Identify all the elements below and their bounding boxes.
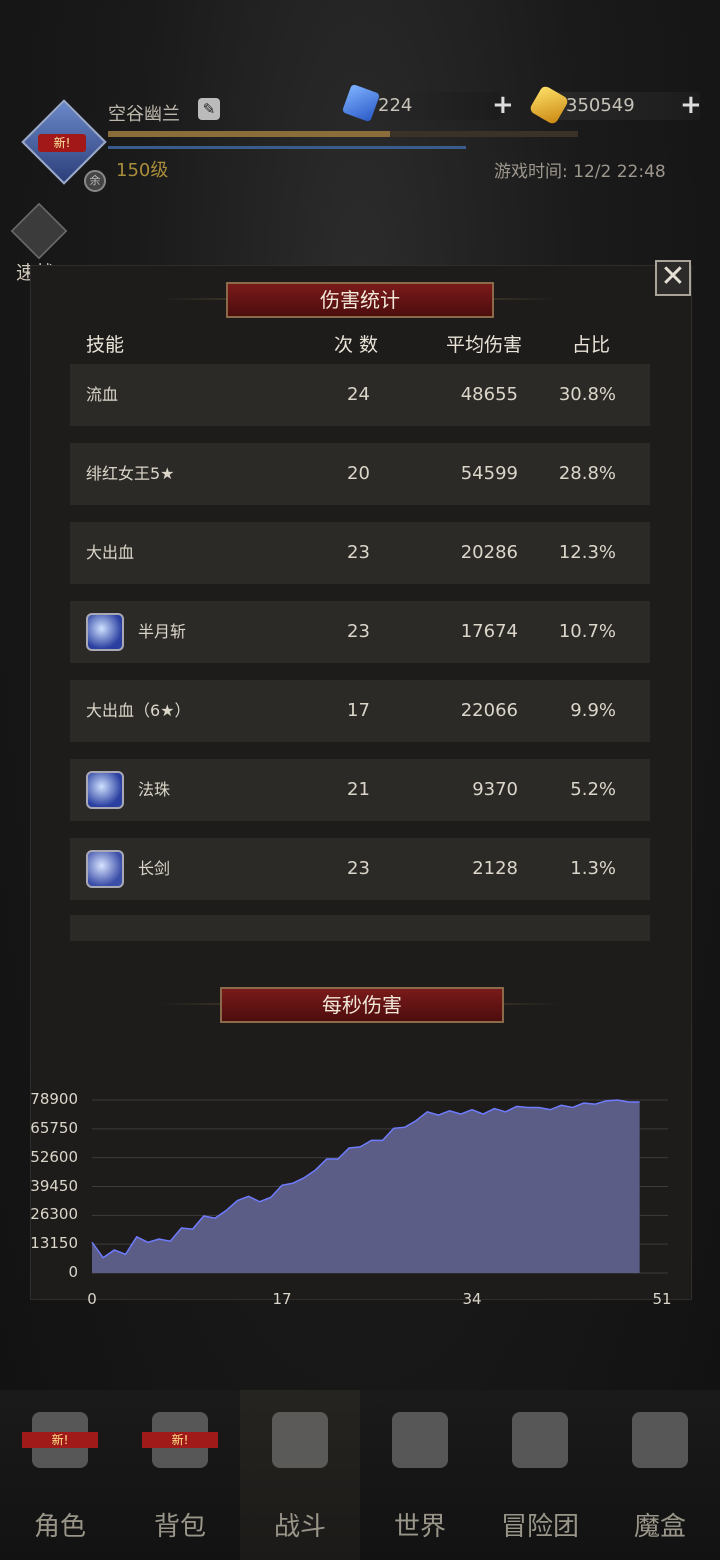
nav-item-battle[interactable]: 战斗 xyxy=(240,1390,360,1560)
skill-avg-damage: 17674 xyxy=(460,621,518,642)
table-row: 长剑 23 2128 1.3% xyxy=(70,838,650,900)
x-tick-label: 17 xyxy=(272,1290,292,1308)
avatar-new-badge: 新! xyxy=(38,134,86,152)
game-time: 游戏时间: 12/2 22:48 xyxy=(494,162,666,182)
skill-avg-damage: 2128 xyxy=(472,858,518,879)
nav-label: 角色 xyxy=(33,1512,86,1542)
skill-ratio: 12.3% xyxy=(558,542,616,563)
new-badge: 新! xyxy=(142,1432,218,1448)
column-header-avg-damage: 平均伤害 xyxy=(446,334,523,356)
magic-cube-icon xyxy=(632,1412,688,1468)
table-row: 大出血（6★） 17 22066 9.9% xyxy=(70,680,650,742)
nav-item-character[interactable]: 新! 角色 xyxy=(0,1390,120,1560)
damage-stats-title: 伤害统计 xyxy=(226,282,494,318)
bottom-navigation: 新! 角色 新! 背包 战斗 世界 冒险团 魔盒 xyxy=(0,1390,720,1560)
skill-count: 21 xyxy=(347,779,370,800)
shield-sword-icon xyxy=(272,1412,328,1468)
dps-chart-svg xyxy=(91,1099,668,1274)
dps-title: 每秒伤害 xyxy=(220,987,504,1023)
nav-item-magic-box[interactable]: 魔盒 xyxy=(600,1390,720,1560)
y-tick-label: 52600 xyxy=(30,1147,78,1166)
map-scroll-icon xyxy=(392,1412,448,1468)
skill-avg-damage: 22066 xyxy=(460,700,518,721)
skill-ratio: 5.2% xyxy=(570,779,616,800)
nav-label: 世界 xyxy=(393,1512,446,1542)
y-tick-label: 0 xyxy=(68,1263,78,1281)
table-row-partial xyxy=(70,915,650,941)
column-header-count: 次 数 xyxy=(334,334,379,356)
column-header-skill: 技能 xyxy=(86,334,125,356)
y-tick-label: 26300 xyxy=(30,1205,78,1224)
y-tick-label: 78900 xyxy=(30,1090,78,1108)
exp-bar xyxy=(108,131,578,137)
skill-count: 17 xyxy=(347,700,370,721)
gem-amount: 224 xyxy=(378,95,413,116)
skill-ratio: 10.7% xyxy=(558,621,616,642)
skill-ratio: 28.8% xyxy=(558,463,616,484)
add-gems-button[interactable]: + xyxy=(492,92,514,118)
nav-item-adventure-team[interactable]: 冒险团 xyxy=(480,1390,600,1560)
nav-label: 背包 xyxy=(153,1512,206,1542)
x-tick-label: 51 xyxy=(652,1290,672,1308)
castle-icon xyxy=(512,1412,568,1468)
gold-amount: 350549 xyxy=(566,95,635,116)
skill-count: 23 xyxy=(347,858,370,879)
skill-ratio: 9.9% xyxy=(570,700,616,721)
skill-ratio: 30.8% xyxy=(558,384,616,405)
add-gold-button[interactable]: + xyxy=(680,92,702,118)
exp-bar-fill xyxy=(108,131,390,137)
close-button[interactable]: ✕ xyxy=(655,260,691,296)
nav-item-backpack[interactable]: 新! 背包 xyxy=(120,1390,240,1560)
x-tick-label: 34 xyxy=(462,1290,482,1308)
column-header-ratio: 占比 xyxy=(572,334,611,356)
avatar-rank-icon: 余 xyxy=(84,170,106,192)
nav-item-world[interactable]: 世界 xyxy=(360,1390,480,1560)
nav-label: 魔盒 xyxy=(633,1512,686,1542)
player-level: 150级 xyxy=(116,160,169,181)
secondary-progress-bar xyxy=(108,146,466,149)
new-badge: 新! xyxy=(22,1432,98,1448)
table-row: 流血 24 48655 30.8% xyxy=(70,364,650,426)
player-name: 空谷幽兰 xyxy=(108,104,180,125)
table-row: 大出血 23 20286 12.3% xyxy=(70,522,650,584)
skill-ratio: 1.3% xyxy=(570,858,616,879)
y-tick-label: 65750 xyxy=(30,1118,78,1137)
table-row: 半月斩 23 17674 10.7% xyxy=(70,601,650,663)
x-tick-label: 0 xyxy=(87,1290,97,1308)
nav-label: 战斗 xyxy=(273,1512,326,1542)
nav-label: 冒险团 xyxy=(500,1512,579,1542)
dps-chart: 78900 65750 52600 39450 26300 13150 0 0 17 34 51 xyxy=(0,1080,720,1310)
skill-avg-damage: 48655 xyxy=(460,384,518,405)
skill-avg-damage: 9370 xyxy=(472,779,518,800)
y-tick-label: 13150 xyxy=(30,1234,78,1253)
edit-name-icon[interactable]: ✎ xyxy=(198,98,220,120)
table-row: 法珠 21 9370 5.2% xyxy=(70,759,650,821)
y-tick-label: 39450 xyxy=(30,1176,78,1195)
skill-avg-damage: 54599 xyxy=(460,463,518,484)
skill-avg-damage: 20286 xyxy=(460,542,518,563)
table-row: 绯红女王5★ 20 54599 28.8% xyxy=(70,443,650,505)
